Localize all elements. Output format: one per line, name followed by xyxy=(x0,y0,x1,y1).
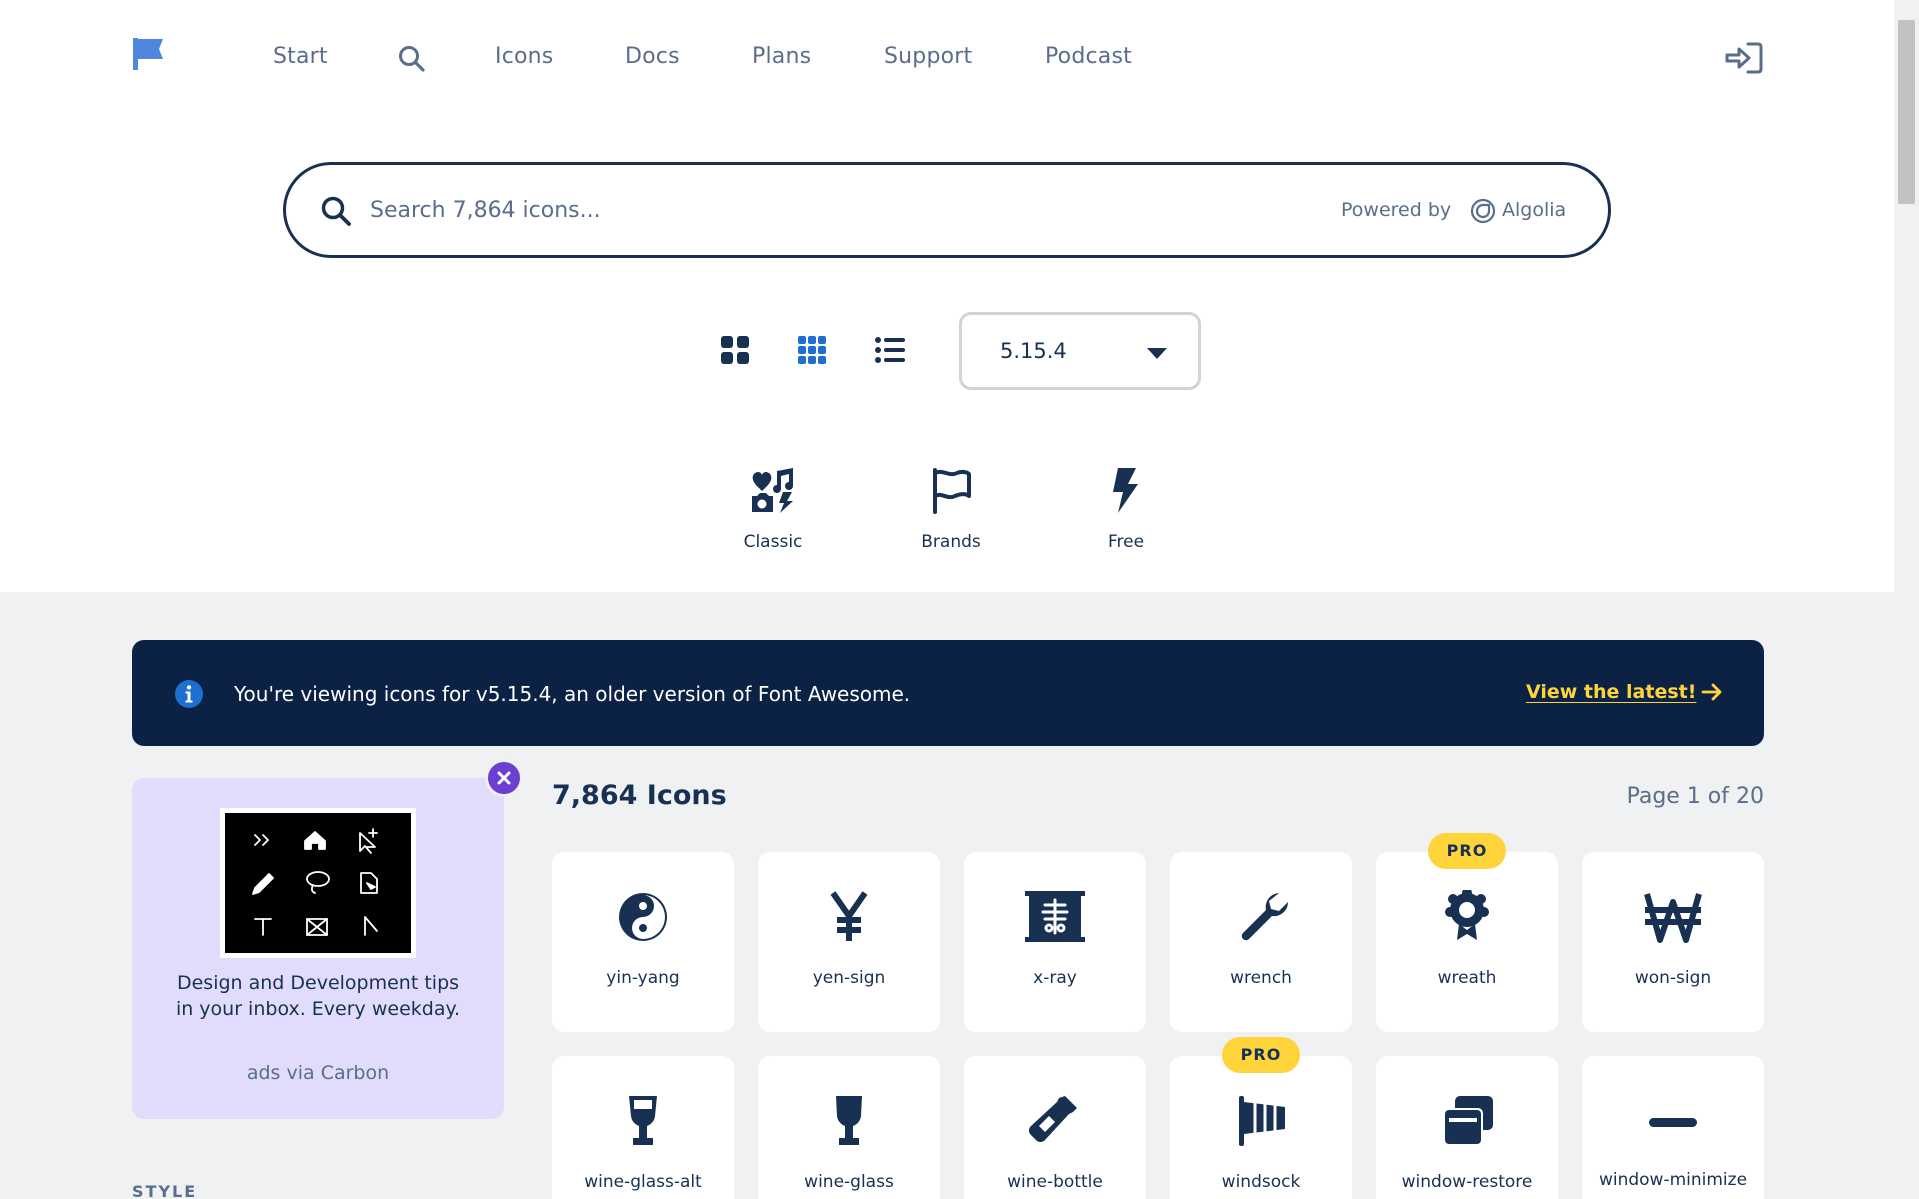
family-free[interactable]: Free xyxy=(1066,466,1186,552)
close-ad-button[interactable] xyxy=(485,759,523,797)
nav-search-icon[interactable] xyxy=(397,44,425,72)
icon-name: wrench xyxy=(1230,968,1292,988)
icon-card[interactable]: yin-yang xyxy=(552,852,734,1032)
family-classic-label: Classic xyxy=(743,532,803,552)
scrollbar-thumb[interactable] xyxy=(1898,20,1915,204)
classic-icons-icon xyxy=(752,468,793,513)
icon-name: window-restore xyxy=(1401,1172,1533,1192)
icon-card[interactable]: wine-bottle xyxy=(964,1056,1146,1199)
version-value: 5.15.4 xyxy=(1000,339,1067,363)
icon-card[interactable]: wine-glass xyxy=(758,1056,940,1199)
nav-icons[interactable]: Icons xyxy=(495,44,553,69)
algolia-logo-icon[interactable] xyxy=(1469,197,1497,225)
icon-name: wine-glass-alt xyxy=(584,1172,702,1192)
bolt-icon xyxy=(1113,468,1138,513)
sign-in-icon[interactable] xyxy=(1724,40,1764,76)
wine-glass-icon xyxy=(836,1096,862,1145)
nav-start[interactable]: Start xyxy=(273,44,328,69)
family-brands-label: Brands xyxy=(921,532,981,552)
tool-icons-image xyxy=(252,828,378,936)
icon-card[interactable]: wine-glass-alt xyxy=(552,1056,734,1199)
version-select[interactable]: 5.15.4 xyxy=(959,312,1201,390)
flag-outline-icon xyxy=(933,468,971,514)
icon-name: won-sign xyxy=(1634,968,1712,988)
list-view-icon[interactable] xyxy=(874,334,906,366)
family-brands[interactable]: Brands xyxy=(891,466,1011,552)
grid-small-view-icon[interactable] xyxy=(796,334,828,366)
nav-podcast[interactable]: Podcast xyxy=(1045,44,1132,69)
icon-card[interactable]: window-minimize xyxy=(1582,1056,1764,1199)
icon-card[interactable]: window-restore xyxy=(1376,1056,1558,1199)
results-count: 7,864 Icons xyxy=(552,780,727,811)
icon-search-box[interactable]: Powered by Algolia xyxy=(283,162,1611,258)
nav-plans[interactable]: Plans xyxy=(752,44,811,69)
wine-bottle-icon xyxy=(1028,1096,1077,1143)
won-sign-icon xyxy=(1644,893,1702,943)
icon-name: yin-yang xyxy=(606,968,680,988)
window-restore-icon xyxy=(1443,1096,1493,1146)
icon-name: yen-sign xyxy=(812,968,886,988)
family-free-label: Free xyxy=(1107,532,1145,552)
top-nav: Start Icons Docs Plans Support Podcast xyxy=(0,0,1894,116)
pro-badge: PRO xyxy=(1222,1037,1300,1073)
x-ray-icon xyxy=(1025,891,1085,942)
pro-badge: PRO xyxy=(1428,833,1506,869)
yen-sign-icon xyxy=(830,891,868,941)
ad-image[interactable] xyxy=(220,808,416,958)
icon-name: wreath xyxy=(1437,968,1497,988)
banner-message: You're viewing icons for v5.15.4, an old… xyxy=(234,682,911,706)
algolia-label[interactable]: Algolia xyxy=(1502,199,1566,221)
nav-support[interactable]: Support xyxy=(884,44,972,69)
wine-glass-alt-icon xyxy=(629,1096,657,1145)
icon-card[interactable]: yen-sign xyxy=(758,852,940,1032)
chevron-down-icon xyxy=(1147,348,1167,359)
icon-card[interactable]: PRO windsock xyxy=(1170,1037,1352,1199)
wrench-icon xyxy=(1241,893,1289,941)
carbon-ad[interactable]: Design and Development tips in your inbo… xyxy=(132,778,504,1119)
close-icon xyxy=(497,771,511,785)
windsock-icon xyxy=(1239,1096,1285,1146)
family-classic[interactable]: Classic xyxy=(713,466,833,552)
wreath-icon xyxy=(1445,890,1489,940)
icon-name: wine-bottle xyxy=(1007,1172,1103,1192)
grid-large-view-icon[interactable] xyxy=(719,334,751,366)
nav-docs[interactable]: Docs xyxy=(625,44,680,69)
icon-name: wine-glass xyxy=(804,1172,894,1192)
page-indicator: Page 1 of 20 xyxy=(1626,784,1764,809)
icon-card[interactable]: wrench xyxy=(1170,852,1352,1032)
search-icon xyxy=(321,196,351,226)
old-version-banner: You're viewing icons for v5.15.4, an old… xyxy=(132,640,1764,746)
icon-name: window-minimize xyxy=(1598,1170,1748,1190)
style-filter-heading: STYLE xyxy=(132,1182,198,1199)
icon-card[interactable]: PRO wreath xyxy=(1376,833,1558,1032)
icon-name: windsock xyxy=(1221,1172,1301,1192)
flag-logo-icon[interactable] xyxy=(130,36,166,72)
search-input[interactable] xyxy=(370,187,1250,233)
icon-card[interactable]: won-sign xyxy=(1582,852,1764,1032)
page-scrollbar[interactable] xyxy=(1894,0,1919,1199)
ad-text[interactable]: Design and Development tips in your inbo… xyxy=(172,970,464,1022)
info-icon xyxy=(175,680,203,708)
ad-via-label[interactable]: ads via Carbon xyxy=(172,1062,464,1084)
icon-card[interactable]: x-ray xyxy=(964,852,1146,1032)
view-latest-link[interactable]: View the latest! xyxy=(1526,681,1696,703)
arrow-right-icon[interactable] xyxy=(1700,680,1724,704)
icon-name: x-ray xyxy=(1033,968,1077,988)
window-minimize-icon xyxy=(1649,1118,1697,1127)
header-area: Start Icons Docs Plans Support Podcast P… xyxy=(0,0,1894,592)
powered-by-label: Powered by xyxy=(1341,199,1452,221)
yin-yang-icon xyxy=(619,893,667,941)
